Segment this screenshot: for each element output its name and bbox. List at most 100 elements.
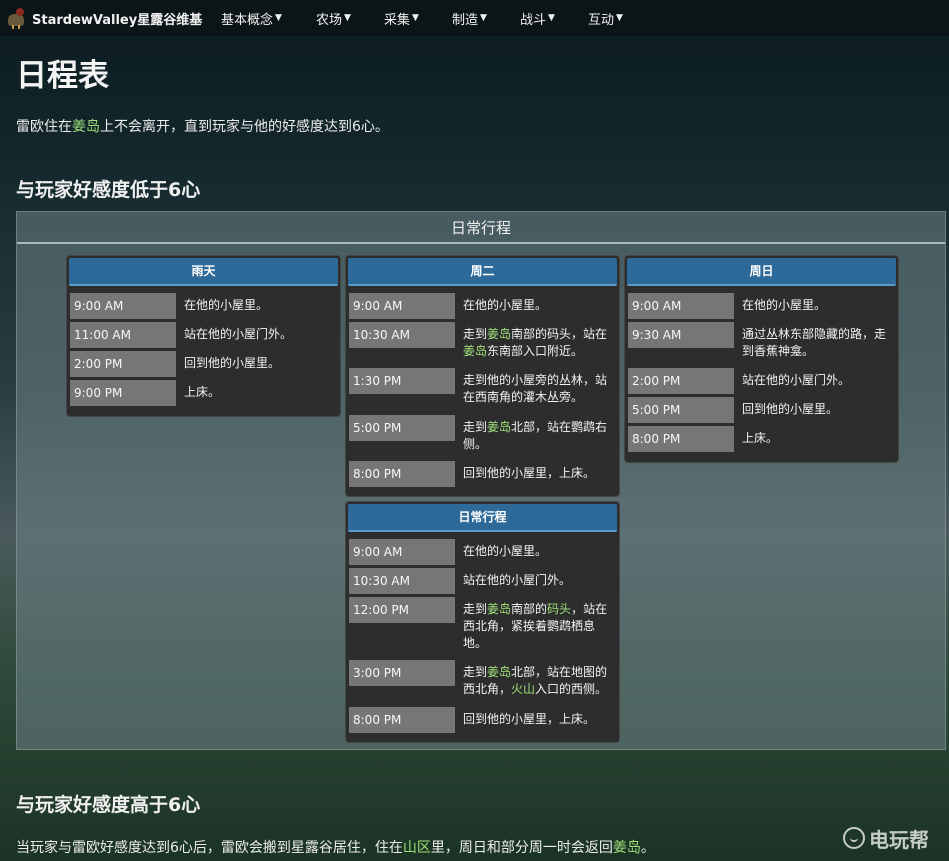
schedule-row: 8:00 PM 回到他的小屋里，上床。	[346, 707, 617, 733]
schedule-row: 11:00 AM 站在他的小屋门外。	[67, 322, 338, 348]
time-cell: 3:00 PM	[349, 660, 455, 686]
nav-label: 采集	[384, 12, 411, 28]
brand-text: StardewValley星露谷维基	[32, 12, 203, 28]
time-cell: 10:30 AM	[349, 568, 455, 594]
desc-cell: 上床。	[184, 385, 221, 399]
nav-label: 基本概念	[221, 12, 274, 28]
desc-cell: 在他的小屋里。	[463, 544, 548, 558]
desc-text: 东南部入口附近。	[487, 344, 584, 358]
schedule-row: 9:00 AM 在他的小屋里。	[625, 293, 896, 319]
desc-cell: 回到他的小屋里。	[184, 356, 281, 370]
smile-logo-icon	[843, 827, 865, 849]
schedule-card-rainy: 雨天 9:00 AM 在他的小屋里。 11:00 AM 站在他的小屋门外。 2:00…	[66, 255, 341, 417]
ginger-island-link[interactable]: 姜岛	[72, 119, 100, 135]
desc-cell: 走到姜岛北部，站在地图的西北角，火山入口的西侧。	[463, 660, 617, 698]
schedule-header: 日常行程	[17, 212, 945, 244]
outro-text: 当玩家与雷欧好感度达到6心后，雷欧会搬到星露谷居住，住在	[16, 840, 403, 856]
ginger-island-link[interactable]: 姜岛	[487, 602, 511, 616]
nav-combat[interactable]: 战斗 ▼	[520, 0, 555, 36]
brand-link[interactable]: StardewValley星露谷维基	[0, 0, 208, 36]
page-title: 日程表	[16, 58, 109, 94]
desc-cell: 站在他的小屋门外。	[184, 327, 293, 341]
nav-basic-concepts[interactable]: 基本概念 ▼	[221, 0, 282, 36]
card-title: 日常行程	[348, 504, 617, 532]
card-title: 雨天	[69, 258, 338, 286]
time-cell: 11:00 AM	[70, 322, 176, 348]
desc-text: 走到	[463, 327, 488, 341]
time-cell: 10:30 AM	[349, 322, 455, 348]
desc-text: 走到	[463, 420, 488, 434]
schedule-row: 2:00 PM 站在他的小屋门外。	[625, 368, 896, 394]
nav-label: 农场	[316, 12, 343, 28]
nav-label: 战斗	[520, 12, 547, 28]
schedule-row: 3:00 PM 走到姜岛北部，站在地图的西北角，火山入口的西侧。	[346, 660, 617, 698]
caret-down-icon: ▼	[480, 13, 487, 23]
schedule-row: 8:00 PM 上床。	[625, 426, 896, 452]
outro-text: 里，周日和部分周一时会返回	[430, 840, 613, 856]
volcano-link[interactable]: 火山	[511, 682, 535, 696]
card-title: 周日	[627, 258, 896, 286]
ginger-island-link[interactable]: 姜岛	[613, 840, 641, 856]
intro-paragraph: 雷欧住在姜岛上不会离开，直到玩家与他的好感度达到6心。	[16, 116, 389, 136]
nav-label: 制造	[452, 12, 479, 28]
schedule-row: 5:00 PM 走到姜岛北部，站在鹦鹉右侧。	[346, 415, 617, 453]
schedule-row: 9:00 AM 在他的小屋里。	[346, 539, 617, 565]
caret-down-icon: ▼	[412, 13, 419, 23]
schedule-table: 日常行程 雨天 9:00 AM 在他的小屋里。 11:00 AM 站在他的小屋门外。…	[16, 211, 946, 750]
schedule-row: 12:00 PM 走到姜岛南部的码头，站在西北角，紧挨着鹦鹉栖息地。	[346, 597, 617, 652]
schedule-card-tuesday: 周二 9:00 AM 在他的小屋里。 10:30 AM 走到姜岛南部的码头，站在姜岛…	[345, 255, 620, 497]
schedule-row: 9:30 AM 通过丛林东部隐藏的路，走到香蕉神龛。	[625, 322, 896, 360]
schedule-row: 10:30 AM 站在他的小屋门外。	[346, 568, 617, 594]
card-title: 周二	[348, 258, 617, 286]
desc-text: 南部的码头，站在	[511, 327, 608, 341]
desc-cell: 在他的小屋里。	[184, 298, 269, 312]
time-cell: 5:00 PM	[349, 415, 455, 441]
section-title-above-6: 与玩家好感度高于6心	[16, 794, 201, 816]
desc-text: 走到	[463, 665, 488, 679]
nav-crafting[interactable]: 制造 ▼	[452, 0, 487, 36]
nav-interaction[interactable]: 互动 ▼	[588, 0, 623, 36]
time-cell: 9:00 AM	[628, 293, 734, 319]
time-cell: 9:30 AM	[628, 322, 734, 348]
ginger-island-link[interactable]: 姜岛	[487, 420, 511, 434]
desc-cell: 走到他的小屋旁的丛林，站在西南角的灌木丛旁。	[463, 373, 608, 404]
desc-cell: 走到姜岛南部的码头，站在西北角，紧挨着鹦鹉栖息地。	[463, 597, 617, 652]
dock-link[interactable]: 码头	[547, 602, 571, 616]
schedule-card-sunday: 周日 9:00 AM 在他的小屋里。 9:30 AM 通过丛林东部隐藏的路，走到香蕉…	[624, 255, 899, 463]
time-cell: 9:00 AM	[349, 293, 455, 319]
desc-cell: 在他的小屋里。	[463, 298, 548, 312]
time-cell: 12:00 PM	[349, 597, 455, 623]
desc-text: 入口的西侧。	[535, 682, 608, 696]
section-title-below-6: 与玩家好感度低于6心	[16, 179, 201, 201]
time-cell: 2:00 PM	[70, 351, 176, 377]
desc-cell: 回到他的小屋里，上床。	[463, 712, 596, 726]
ginger-island-link[interactable]: 姜岛	[463, 344, 487, 358]
intro-text: 上不会离开，直到玩家与他的好感度达到6心。	[100, 119, 389, 135]
time-cell: 9:00 PM	[70, 380, 176, 406]
ginger-island-link[interactable]: 姜岛	[487, 327, 511, 341]
desc-text: 走到	[463, 602, 488, 616]
desc-cell: 在他的小屋里。	[742, 298, 827, 312]
caret-down-icon: ▼	[344, 13, 351, 23]
desc-cell: 走到姜岛南部的码头，站在姜岛东南部入口附近。	[463, 322, 617, 360]
mountain-link[interactable]: 山区	[403, 840, 431, 856]
ginger-island-link[interactable]: 姜岛	[487, 665, 511, 679]
watermark-text: 电玩帮	[869, 827, 929, 852]
nav-foraging[interactable]: 采集 ▼	[384, 0, 419, 36]
time-cell: 8:00 PM	[349, 707, 455, 733]
chicken-logo-icon	[4, 6, 28, 30]
time-cell: 5:00 PM	[628, 397, 734, 423]
schedule-row: 10:30 AM 走到姜岛南部的码头，站在姜岛东南部入口附近。	[346, 322, 617, 360]
schedule-row: 9:00 PM 上床。	[67, 380, 338, 406]
desc-cell: 站在他的小屋门外。	[463, 573, 572, 587]
desc-cell: 回到他的小屋里，上床。	[463, 466, 596, 480]
outro-paragraph: 当玩家与雷欧好感度达到6心后，雷欧会搬到星露谷居住，住在山区里，周日和部分周一时…	[16, 837, 655, 857]
watermark: 电玩帮	[843, 824, 929, 852]
time-cell: 9:00 AM	[349, 539, 455, 565]
time-cell: 8:00 PM	[628, 426, 734, 452]
intro-text: 雷欧住在	[16, 119, 72, 135]
top-navbar: StardewValley星露谷维基 基本概念 ▼ 农场 ▼ 采集 ▼ 制造 ▼ 战斗 ▼…	[0, 0, 949, 36]
schedule-row: 9:00 AM 在他的小屋里。	[346, 293, 617, 319]
nav-farm[interactable]: 农场 ▼	[316, 0, 351, 36]
desc-cell: 上床。	[742, 431, 779, 445]
